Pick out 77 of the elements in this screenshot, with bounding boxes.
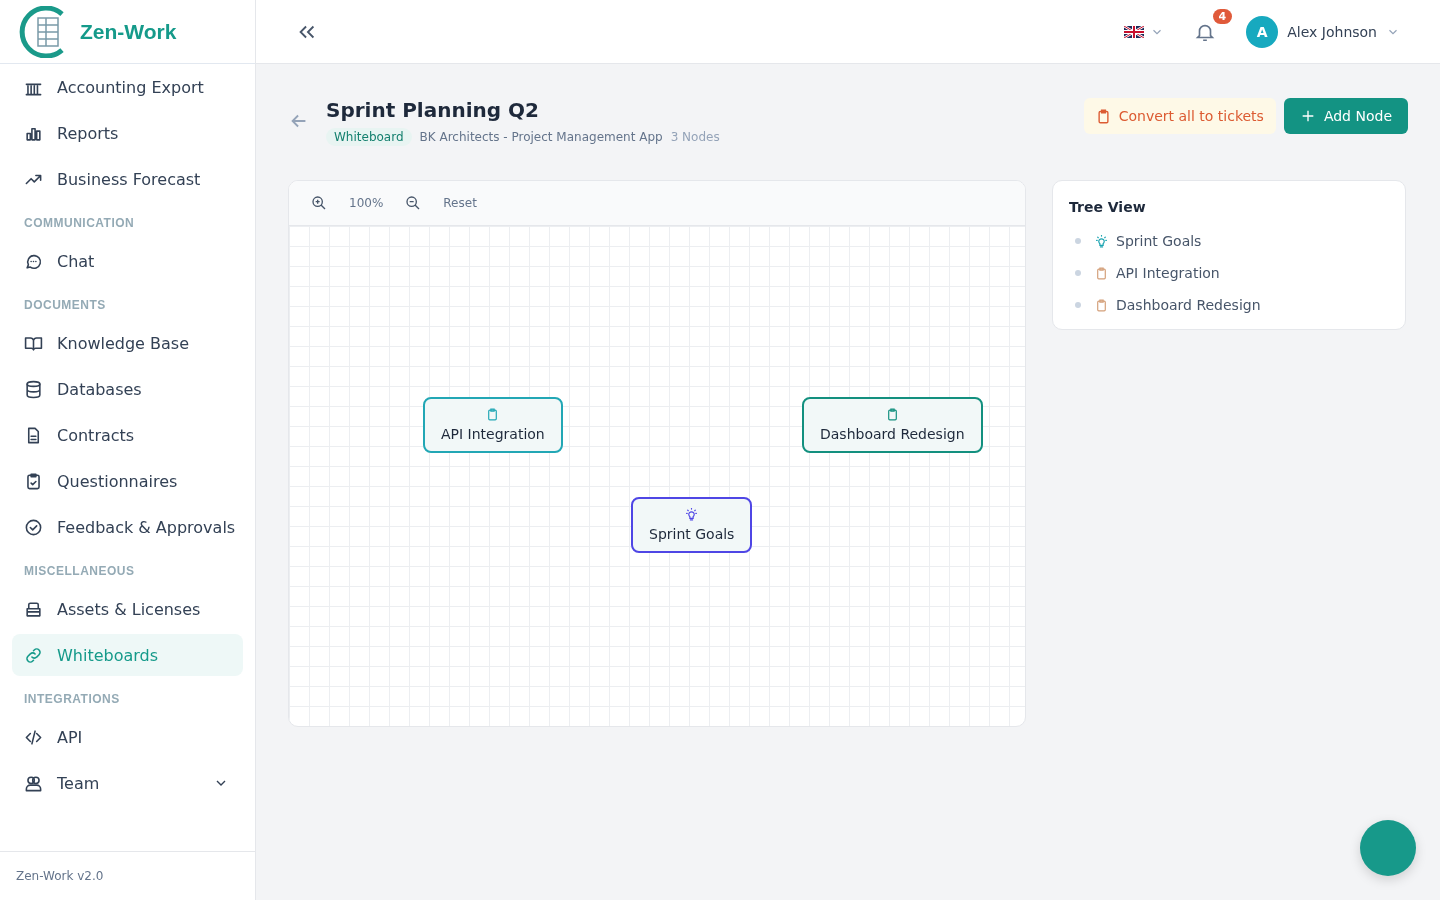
database-icon [24, 379, 43, 399]
project-name: BK Architects - Project Management App [419, 130, 663, 144]
page-title: Sprint Planning Q2 [326, 98, 540, 122]
sidebar-item[interactable]: Questionnaires [12, 460, 243, 502]
whiteboard-node[interactable]: Sprint Goals [631, 497, 753, 553]
sidebar-item[interactable]: Contracts [12, 414, 243, 456]
flag-icon [1124, 25, 1145, 38]
user-menu[interactable]: A Alex Johnson [1246, 15, 1400, 48]
zoom-in-button[interactable] [311, 195, 327, 211]
item-label: Chat [57, 251, 96, 271]
sidebar-item[interactable]: Business Forecast [12, 158, 243, 200]
tree-item-label: API Integration [1116, 265, 1220, 281]
reset-button[interactable]: Reset [443, 196, 477, 210]
node-label: Dashboard Redesign [820, 426, 965, 442]
clipboard-icon [24, 471, 43, 491]
add-node-button[interactable]: Add Node [1283, 98, 1408, 134]
avatar: A [1246, 15, 1279, 48]
clipboard-icon [1095, 266, 1108, 280]
zoom-in-icon [311, 195, 327, 211]
lightbulb-icon [685, 508, 699, 521]
clipboard-icon [1095, 108, 1111, 124]
tree-item[interactable]: Dashboard Redesign [1069, 289, 1389, 321]
section-heading: INTEGRATIONS [23, 691, 121, 708]
tree-item[interactable]: API Integration [1069, 257, 1389, 289]
item-label: Feedback & Approvals [57, 517, 236, 537]
item-label: Reports [57, 123, 120, 143]
clipboard-icon [885, 408, 899, 421]
tree-item[interactable]: Sprint Goals [1069, 225, 1389, 257]
item-label: Business Forecast [57, 169, 202, 189]
type-tag: Whiteboard [326, 128, 412, 146]
clipboard-icon [1095, 298, 1108, 312]
bullet-dot [1075, 302, 1081, 308]
zoom-level: 100% [349, 196, 384, 210]
sidebar-item[interactable]: Databases [12, 368, 243, 410]
tree-view-title: Tree View [1069, 199, 1147, 215]
tree-item-label: Dashboard Redesign [1116, 297, 1261, 313]
item-label: Whiteboards [57, 645, 160, 665]
user-name: Alex Johnson [1287, 23, 1377, 40]
sidebar-item[interactable]: Assets & Licenses [12, 588, 243, 630]
sidebar-item[interactable]: Feedback & Approvals [12, 506, 243, 548]
item-label: API [57, 727, 84, 747]
zoom-out-icon [405, 195, 422, 211]
sidebar-item[interactable]: Chat [12, 240, 243, 282]
whiteboard-node[interactable]: Dashboard Redesign [802, 397, 983, 453]
version-label: Zen-Work v2.0 [0, 851, 255, 900]
tree-item-label: Sprint Goals [1116, 233, 1202, 249]
convert-button[interactable]: Convert all to tickets [1083, 98, 1276, 134]
sidebar-item[interactable]: Team [12, 762, 243, 804]
item-label: Assets & Licenses [57, 599, 202, 619]
sidebar-item[interactable]: Reports [12, 112, 243, 154]
bullet-dot [1075, 270, 1081, 276]
item-label: Knowledge Base [57, 333, 190, 353]
whiteboard-node[interactable]: API Integration [423, 397, 563, 453]
sidebar-item[interactable]: API [12, 716, 243, 758]
sidebar-item[interactable]: Knowledge Base [12, 322, 243, 364]
bullet-dot [1075, 238, 1081, 244]
zoom-out-button[interactable] [405, 195, 422, 211]
sidebar-item[interactable]: Accounting Export [12, 66, 243, 108]
node-count: 3 Nodes [670, 130, 720, 144]
node-label: API Integration [441, 426, 545, 442]
lightbulb-icon [1095, 234, 1108, 248]
users-icon [24, 773, 43, 793]
floating-action-button[interactable] [1360, 820, 1416, 876]
section-heading: MISCELLANEOUS [23, 563, 136, 580]
section-heading: DOCUMENTS [23, 297, 107, 314]
node-label: Sprint Goals [649, 526, 735, 542]
section-heading: COMMUNICATION [23, 215, 136, 232]
link-icon [24, 645, 43, 665]
brand-name: Zen-Work [80, 19, 177, 44]
notification-badge: 4 [1212, 8, 1233, 24]
item-label: Contracts [57, 425, 136, 445]
item-label: Questionnaires [57, 471, 179, 491]
item-label: Accounting Export [57, 77, 205, 97]
item-label: Team [57, 773, 101, 793]
check-circle-icon [24, 517, 43, 537]
clipboard-icon [486, 408, 500, 421]
item-label: Databases [57, 379, 143, 399]
